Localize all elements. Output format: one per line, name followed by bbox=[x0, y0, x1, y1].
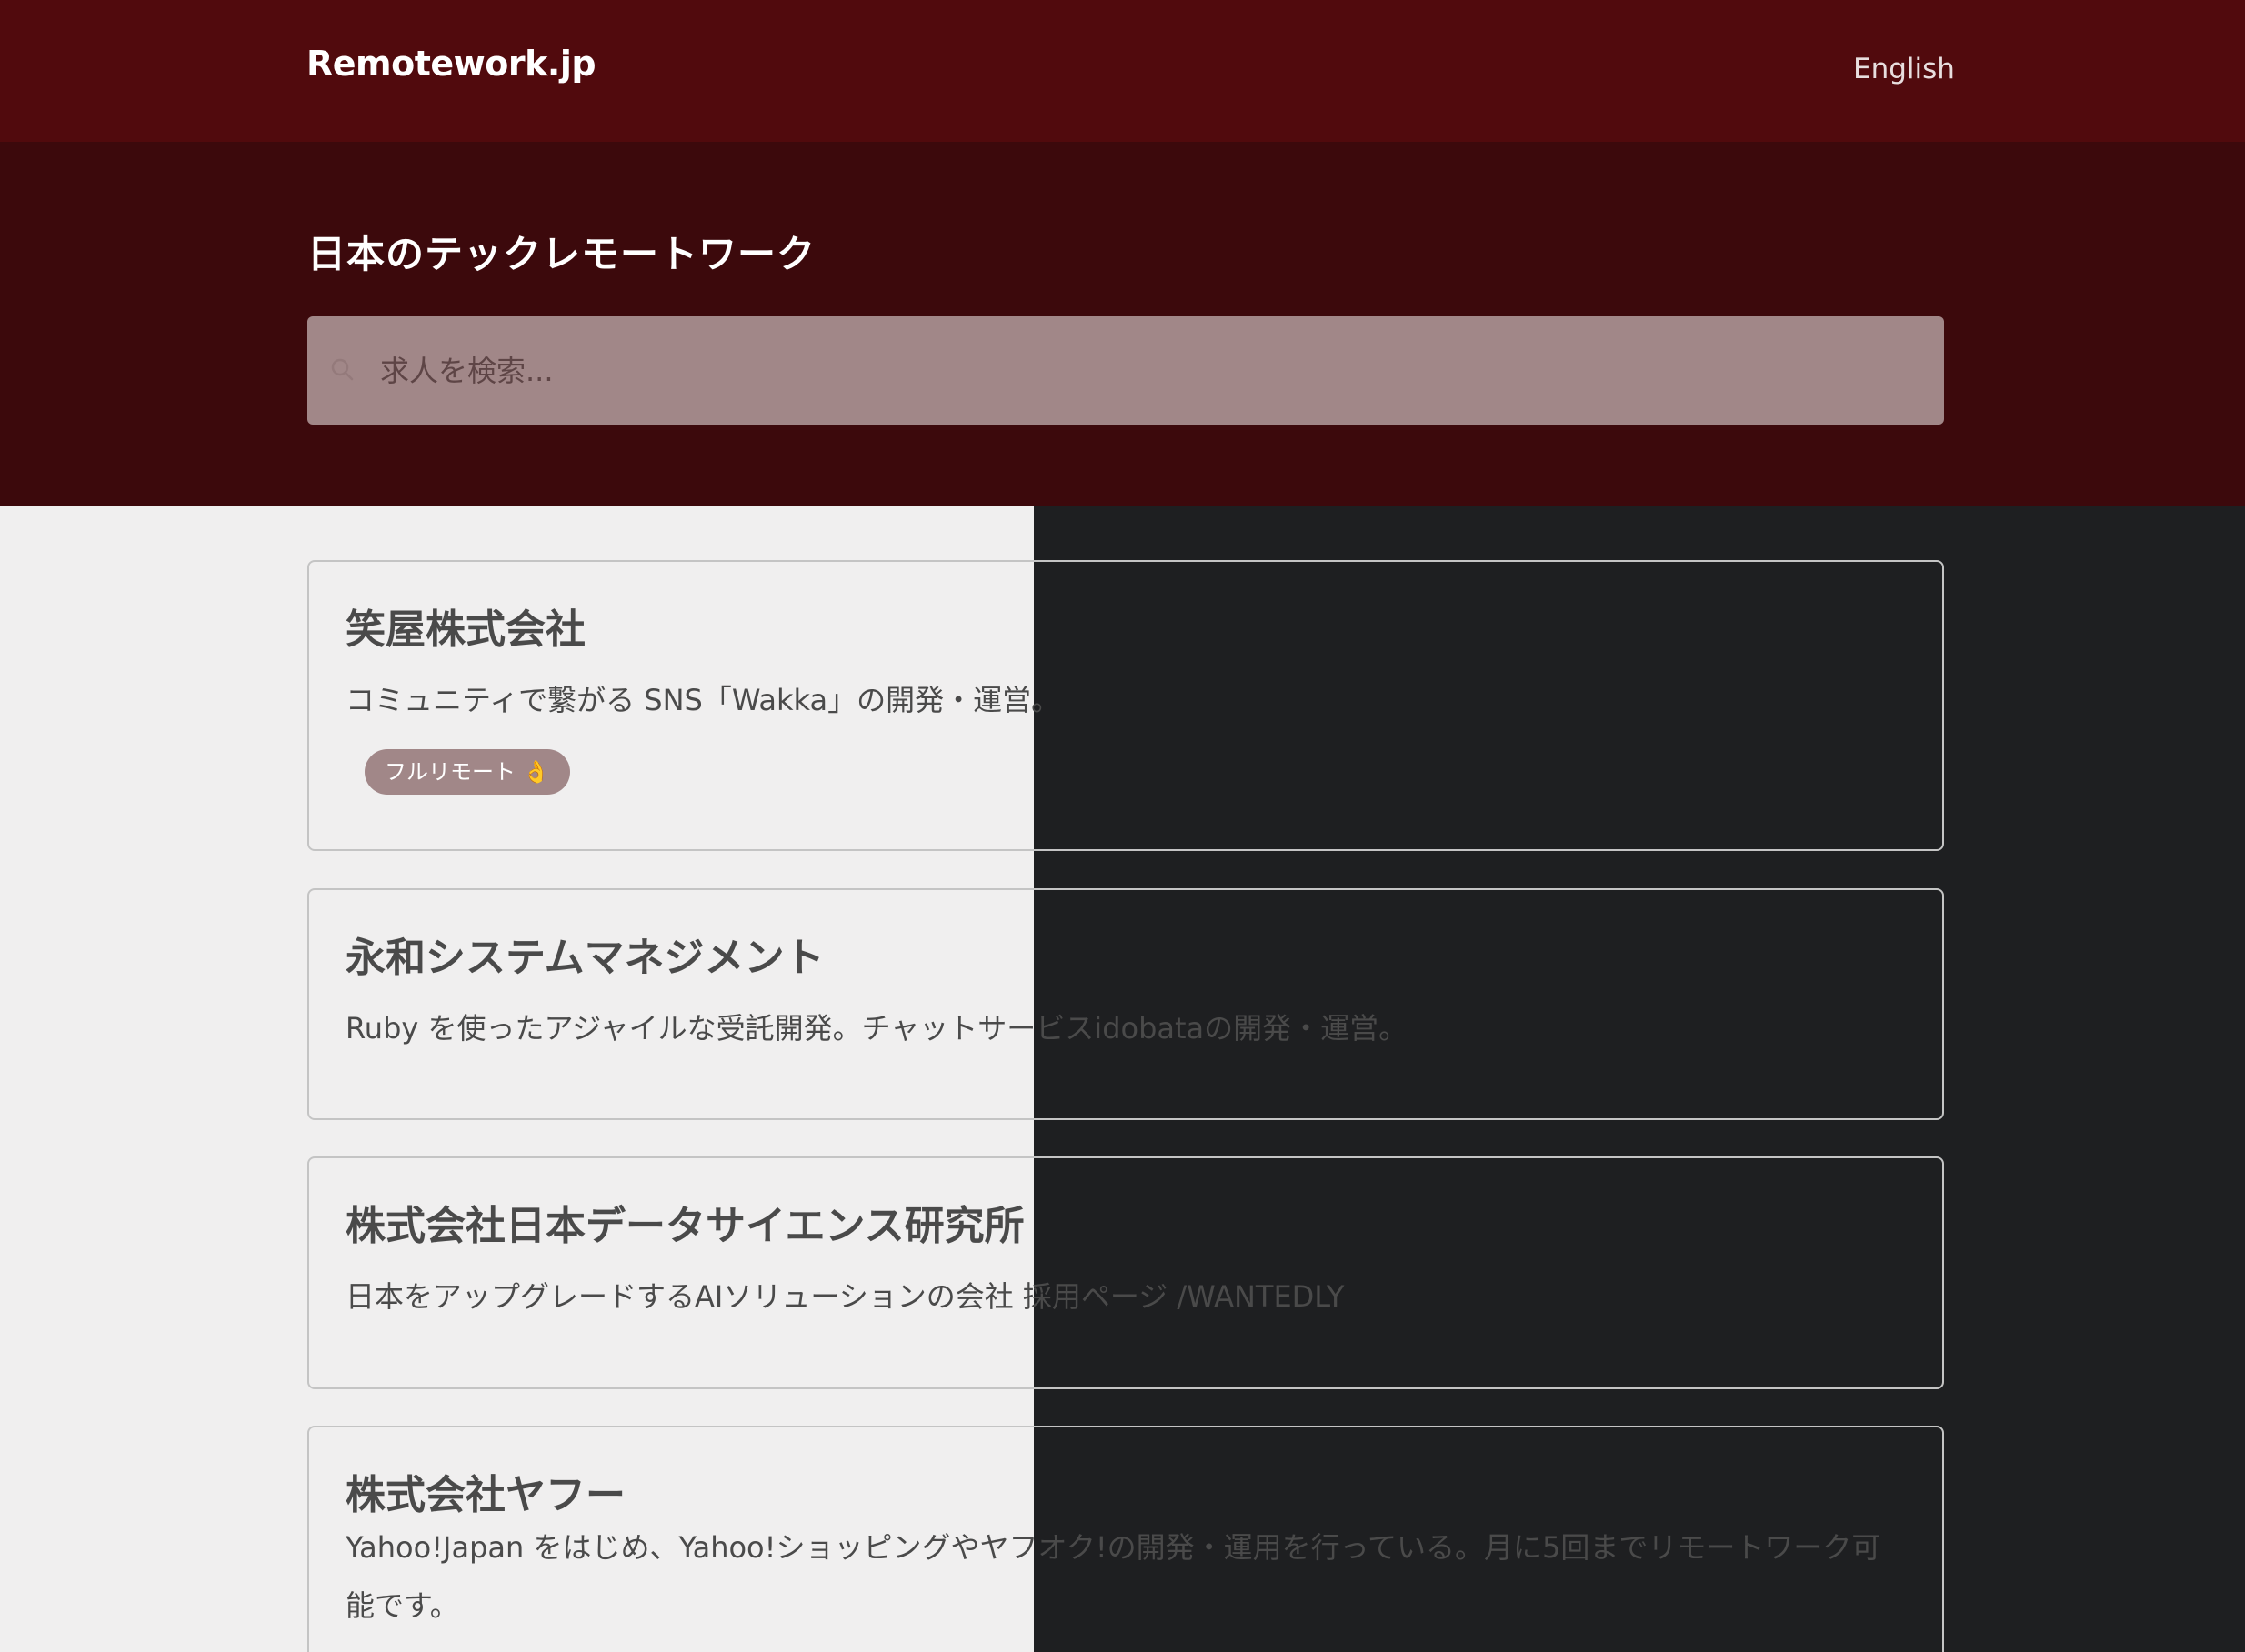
job-card[interactable]: 株式会社日本データサイエンス研究所 日本をアップグレードするAIソリューションの… bbox=[307, 1156, 1944, 1389]
job-description: コミュニティで繋がる SNS「Wakka」の開発・運営。 bbox=[346, 683, 1061, 717]
job-description: Yahoo!Japan をはじめ、Yahoo!ショッピングやヤフオク!の開発・運… bbox=[346, 1530, 1881, 1623]
job-card[interactable]: 笑屋株式会社 コミュニティで繋がる SNS「Wakka」の開発・運営。 フルリモ… bbox=[307, 560, 1944, 851]
company-name: 笑屋株式会社 bbox=[346, 606, 586, 653]
company-name: 株式会社日本データサイエンス研究所 bbox=[346, 1203, 1025, 1249]
job-description: Ruby を使ったアジャイルな受託開発。チャットサービスidobataの開発・運… bbox=[346, 1011, 1408, 1046]
hero-section: 日本のテックレモートワーク bbox=[0, 142, 2245, 506]
job-card[interactable]: 株式会社ヤフー Yahoo!Japan をはじめ、Yahoo!ショッピングやヤフ… bbox=[307, 1426, 1944, 1652]
company-name: 株式会社ヤフー bbox=[346, 1472, 626, 1518]
top-nav: Remotework.jp English bbox=[0, 0, 2245, 142]
language-switch-link[interactable]: English bbox=[1853, 53, 1955, 85]
search-icon bbox=[331, 358, 354, 381]
search-box[interactable] bbox=[307, 316, 1944, 425]
job-card[interactable]: 永和システムマネジメント Ruby を使ったアジャイルな受託開発。チャットサービ… bbox=[307, 888, 1944, 1120]
company-name: 永和システムマネジメント bbox=[346, 935, 825, 981]
full-remote-tag: フルリモート 👌 bbox=[365, 749, 570, 795]
search-input[interactable] bbox=[380, 316, 1917, 425]
job-description: 日本をアップグレードするAIソリューションの会社 採用ページ /WANTEDLY bbox=[346, 1279, 1345, 1314]
brand-logo-link[interactable]: Remotework.jp bbox=[306, 44, 596, 84]
page-title: 日本のテックレモートワーク bbox=[307, 232, 817, 276]
